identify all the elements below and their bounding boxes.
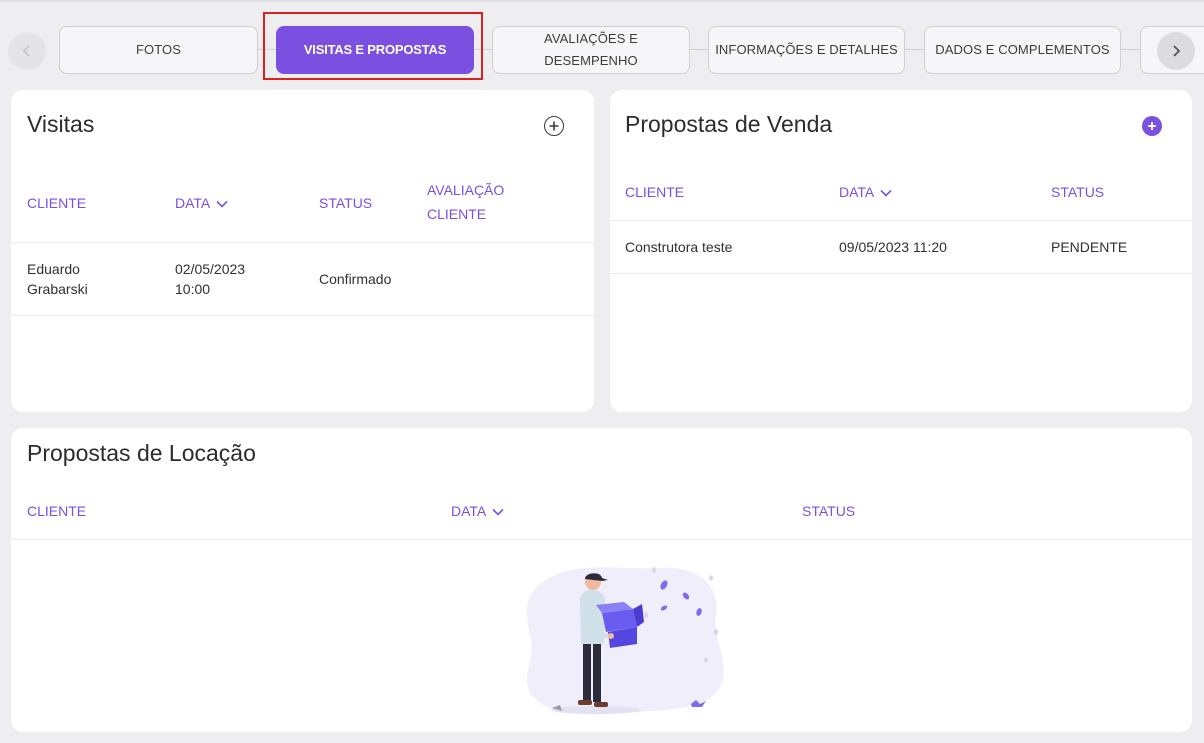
visitas-title: Visitas — [27, 111, 95, 137]
chevron-down-icon — [216, 201, 228, 208]
cell-status: PENDENTE — [1051, 239, 1128, 255]
column-header-status[interactable]: STATUS — [802, 499, 855, 523]
column-header-avaliacao-cliente[interactable]: AVALIAÇÃO CLIENTE — [427, 178, 504, 226]
cell-cliente: Construtora teste — [625, 239, 733, 255]
column-header-label: DATA — [839, 184, 875, 200]
row-divider — [11, 539, 1192, 540]
column-header-cliente[interactable]: CLIENTE — [625, 180, 684, 204]
tab-label: DADOS E COMPLEMENTOS — [935, 42, 1110, 57]
column-header-label: DATA — [175, 195, 211, 211]
tab-connector — [1121, 49, 1140, 50]
cell-status: Confirmado — [319, 271, 392, 287]
tab-connector — [905, 49, 924, 50]
column-header-status[interactable]: STATUS — [319, 191, 372, 215]
column-header-cliente[interactable]: CLIENTE — [27, 191, 86, 215]
row-divider — [11, 242, 594, 243]
row-divider — [11, 315, 594, 316]
tab-informacoes-e-detalhes[interactable]: INFORMAÇÕES E DETALHES — [708, 26, 905, 74]
tab-label: FOTOS — [135, 42, 182, 57]
propostas-venda-card: Propostas de Venda CLIENTE DATA STATUS C… — [610, 90, 1192, 412]
chevron-down-icon — [880, 190, 892, 197]
plus-icon — [1148, 122, 1156, 130]
tab-fotos[interactable]: FOTOS — [59, 26, 258, 74]
plus-icon — [549, 121, 559, 131]
tab-bar: FOTOS VISITAS E PROPOSTAS AVALIAÇÕES E D… — [0, 12, 1204, 88]
cell-text: Eduardo — [27, 261, 80, 277]
column-header-cliente[interactable]: CLIENTE — [27, 499, 86, 523]
cell-data: 02/05/2023 10:00 — [175, 259, 245, 299]
column-header-data[interactable]: DATA — [839, 180, 892, 204]
column-header-label: AVALIAÇÃO — [427, 182, 505, 198]
chevron-left-icon — [22, 45, 30, 57]
column-header-label: CLIENTE — [427, 206, 487, 222]
visitas-card: Visitas CLIENTE DATA STATUS AVALIAÇÃO CL… — [11, 90, 594, 412]
propostas-locacao-title: Propostas de Locação — [27, 440, 256, 466]
tabs-next-button[interactable] — [1157, 32, 1195, 70]
column-header-data[interactable]: DATA — [175, 191, 228, 215]
top-shadow — [0, 0, 1204, 2]
tab-dados-e-complementos[interactable]: DADOS E COMPLEMENTOS — [924, 26, 1121, 74]
propostas-locacao-card: Propostas de Locação CLIENTE DATA STATUS — [11, 428, 1192, 732]
chevron-right-icon — [1173, 45, 1181, 57]
add-proposta-venda-button[interactable] — [1142, 116, 1162, 136]
tab-connector — [690, 49, 708, 50]
tab-avaliacoes-e-desempenho[interactable]: AVALIAÇÕES E DESEMPENHO — [492, 26, 690, 74]
cell-data: 09/05/2023 11:20 — [839, 239, 947, 255]
column-header-label: DATA — [451, 503, 487, 519]
active-tab-highlight — [263, 12, 483, 80]
row-divider — [610, 220, 1192, 221]
column-header-data[interactable]: DATA — [451, 499, 504, 523]
cell-cliente: Eduardo Grabarski — [27, 259, 88, 299]
column-header-status[interactable]: STATUS — [1051, 180, 1104, 204]
tab-label: INFORMAÇÕES E DETALHES — [715, 42, 898, 57]
tab-label: AVALIAÇÕES E DESEMPENHO — [544, 31, 638, 68]
chevron-down-icon — [492, 509, 504, 516]
row-divider — [610, 273, 1192, 274]
cell-text: 02/05/2023 — [175, 261, 246, 277]
tabs-prev-button[interactable] — [8, 32, 46, 70]
propostas-venda-title: Propostas de Venda — [625, 111, 833, 137]
empty-box-illustration — [526, 567, 724, 715]
add-visita-button[interactable] — [544, 116, 564, 136]
cell-text: 10:00 — [175, 281, 211, 297]
cell-text: Grabarski — [27, 281, 88, 297]
